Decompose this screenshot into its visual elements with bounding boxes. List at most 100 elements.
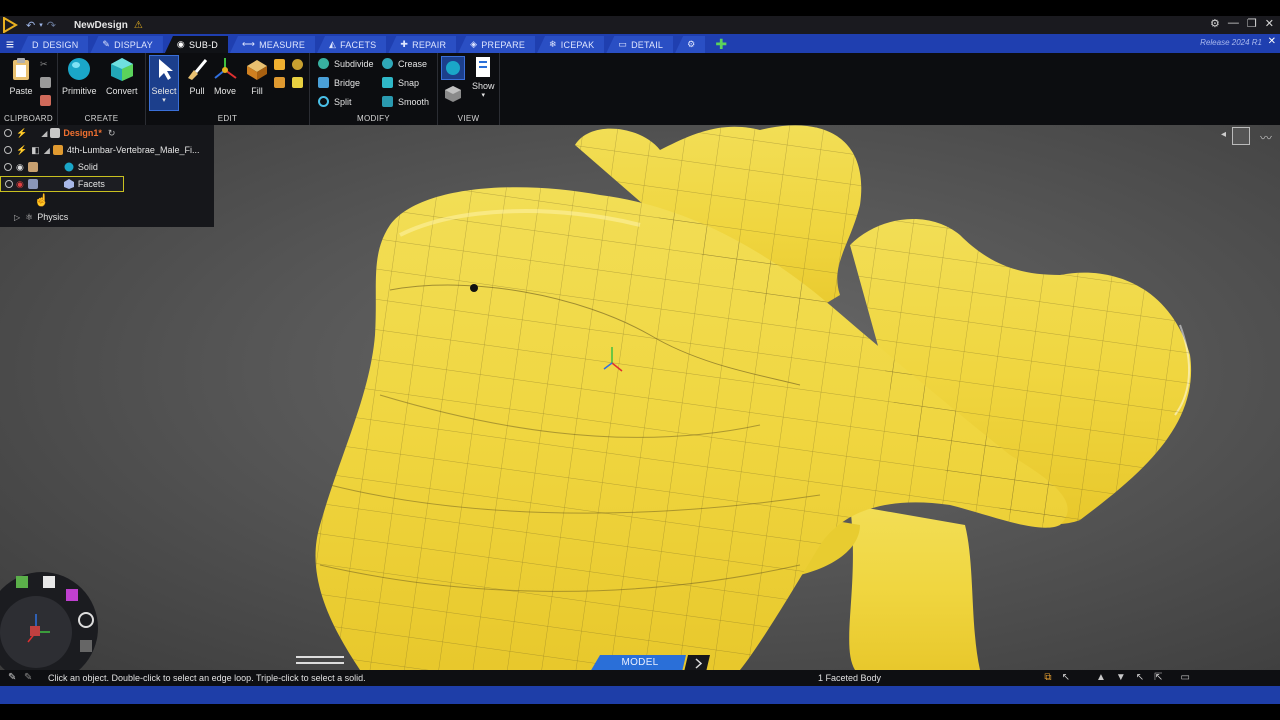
window-icon[interactable]: ▭ [1181, 672, 1190, 683]
format-painter-icon[interactable] [40, 95, 51, 106]
pull-brush-icon [188, 59, 208, 80]
status-bar: ✎ ✎ Click an object. Double-click to sel… [0, 670, 1280, 686]
subdivide-button[interactable]: Subdivide [318, 58, 374, 69]
copy-icon[interactable] [40, 77, 51, 88]
design-icon [50, 128, 61, 138]
add-tab-icon[interactable]: ✚ [715, 36, 727, 53]
navigation-wheel[interactable] [0, 570, 102, 670]
expand-icon[interactable]: ▷ [14, 213, 20, 222]
selection-count: 1 Faceted Body [818, 673, 882, 683]
expand-icon[interactable]: ◢ [41, 129, 47, 138]
select-cursor-icon[interactable]: ↖ [1136, 672, 1144, 683]
cut-icon[interactable]: ✂ [40, 59, 51, 70]
green-cube-icon[interactable] [16, 576, 28, 588]
cursor-arrow-icon [159, 59, 173, 80]
fill-button[interactable]: Fill [244, 56, 270, 96]
eye-icon[interactable]: ◉ [16, 162, 24, 173]
minimize-button[interactable]: — [1228, 17, 1239, 30]
quick-access-toolbar: ↶ ▾ ↷ [26, 19, 56, 32]
move-button[interactable]: Move [212, 56, 238, 96]
dropdown-icon[interactable]: ▾ [39, 21, 43, 29]
select-button[interactable]: Select ▾ [149, 55, 179, 111]
checker-icon[interactable] [80, 640, 92, 652]
document-title: NewDesign [73, 19, 128, 31]
snap-button[interactable]: Snap [382, 77, 419, 88]
tab-sub-d[interactable]: ◉ Sub-D [164, 36, 228, 53]
tab-measure[interactable]: ⟷ Measure [230, 36, 316, 53]
subdivide-icon [318, 58, 329, 69]
tab-display[interactable]: ✎ Display [90, 36, 163, 53]
tree-row-design[interactable]: ⚡ ◢ Design1* ↻ [0, 125, 115, 141]
close-button[interactable]: ✕ [1265, 17, 1274, 30]
arrow-up-icon[interactable]: ▲ [1096, 672, 1106, 683]
color-swatch[interactable] [27, 179, 38, 189]
crease-icon [382, 58, 393, 69]
visibility-toggle[interactable] [4, 129, 12, 137]
filter-icon[interactable]: ⧉ [1044, 672, 1051, 683]
show-button[interactable]: Show ▾ [472, 56, 495, 99]
primitive-button[interactable]: Primitive [62, 56, 97, 96]
layers-icon[interactable] [274, 77, 285, 88]
chart-icon[interactable]: 〰 [1260, 129, 1272, 146]
tree-row-part[interactable]: ⚡ ◧ ◢ 4th-Lumbar-Vertebrae_Male_Fi... [0, 142, 199, 158]
tab-repair[interactable]: ✚ Repair [388, 36, 457, 53]
paste-button[interactable]: Paste [8, 56, 34, 96]
ribbon: Paste ✂ Clipboard Primitive Convert Crea… [0, 53, 1280, 125]
purple-cube-icon[interactable] [66, 589, 78, 601]
tab-design[interactable]: D Design [20, 36, 89, 53]
redo-icon[interactable]: ↷ [47, 19, 56, 32]
collapse-arrow-icon[interactable]: ◂ [1221, 129, 1226, 140]
app-window: ↶ ▾ ↷ NewDesign ⚠ ⚙ — ❐ ✕ ≡ D Design ✎ Dis… [0, 0, 1280, 720]
visibility-toggle[interactable] [5, 180, 13, 188]
view-tool-icon[interactable] [1232, 127, 1250, 145]
visibility-toggle[interactable] [4, 163, 12, 171]
star-icon[interactable] [292, 77, 303, 88]
tree-row-solid[interactable]: ◉ Solid [0, 159, 98, 175]
show-dropdown-icon[interactable]: ▾ [482, 91, 486, 99]
edit-group: Select ▾ Pull Move Fill Edit [146, 53, 310, 125]
tool-option-icon[interactable] [292, 59, 303, 70]
visibility-toggle[interactable] [4, 146, 12, 154]
ribbon-close-icon[interactable]: ✕ [1268, 36, 1276, 47]
tab-extensions[interactable]: ⚙ [675, 36, 706, 53]
expand-icon[interactable]: ◢ [44, 146, 50, 155]
pull-button[interactable]: Pull [184, 56, 210, 96]
pen-icon[interactable]: ✎ [24, 672, 32, 683]
select-dropdown-icon[interactable]: ▾ [162, 96, 166, 104]
select-mode-icon[interactable]: ⇱ [1154, 672, 1162, 683]
cursor-icon[interactable]: ↖ [1062, 672, 1070, 683]
scale-bar [296, 656, 344, 664]
home-icon[interactable] [43, 576, 55, 588]
undo-icon[interactable]: ↶ [26, 19, 35, 32]
crease-button[interactable]: Crease [382, 58, 427, 69]
status-tools: ⧉ ↖ ▲ ▼ ↖ ⇱ ▭ [1044, 672, 1190, 683]
tab-icepak[interactable]: ❄ Icepak [537, 36, 605, 53]
restore-button[interactable]: ❐ [1247, 17, 1257, 30]
smooth-button[interactable]: Smooth [382, 96, 429, 107]
tab-facets[interactable]: ◭ Facets [317, 36, 387, 53]
tree-row-facets[interactable]: ◉ Facets [0, 176, 124, 192]
arrow-down-icon[interactable]: ▼ [1116, 672, 1126, 683]
split-button[interactable]: Split [318, 96, 352, 107]
convert-button[interactable]: Convert [106, 56, 138, 96]
structure-tree: ⚡ ◢ Design1* ↻ ⚡ ◧ ◢ 4th-Lumbar-Vertebra… [0, 125, 214, 227]
hidden-eye-icon[interactable]: ◉ [16, 179, 24, 190]
component-icon: ◧ [31, 144, 40, 155]
bridge-button[interactable]: Bridge [318, 77, 360, 88]
view-cube-button[interactable] [444, 85, 462, 103]
tree-row-physics[interactable]: ▷ ⚛ Physics [0, 209, 68, 225]
menu-icon[interactable]: ≡ [0, 34, 20, 53]
color-swatch[interactable] [27, 162, 38, 172]
sync-icon[interactable]: ↻ [108, 128, 116, 139]
help-icon[interactable]: ⚙ [1210, 17, 1220, 30]
warning-icon[interactable]: ⚠ [134, 20, 143, 31]
pin-icon[interactable] [274, 59, 285, 70]
tab-detail[interactable]: ▭ Detail [606, 36, 674, 53]
pencil-icon[interactable]: ✎ [8, 672, 16, 683]
clipboard-icon [13, 58, 29, 80]
view-group: Show ▾ View [438, 53, 500, 125]
view-orient-cube[interactable] [30, 626, 40, 636]
tab-prepare[interactable]: ◈ Prepare [458, 36, 536, 53]
control-point[interactable] [470, 284, 478, 292]
view-mode-button[interactable] [441, 56, 465, 80]
